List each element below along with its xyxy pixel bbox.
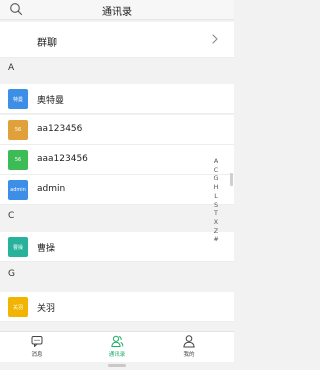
page-title: 通讯录: [102, 7, 132, 18]
index-letter-z[interactable]: Z: [214, 227, 218, 236]
home-indicator: [0, 362, 234, 370]
index-letter-h[interactable]: H: [214, 183, 219, 192]
index-letter-g[interactable]: G: [214, 174, 219, 183]
group-chat-label: 群聊: [37, 38, 57, 49]
profile-icon: [183, 335, 195, 348]
avatar: 曹操: [8, 237, 28, 257]
index-letter-s[interactable]: S: [214, 201, 218, 210]
message-icon: [31, 336, 43, 347]
contact-row[interactable]: 56 aa123456: [0, 115, 234, 145]
avatar: 56: [8, 150, 28, 170]
chevron-right-icon: [212, 34, 218, 44]
contact-row[interactable]: admin admin: [0, 175, 234, 205]
tab-label: 消息: [31, 352, 43, 358]
index-letter-hash[interactable]: #: [213, 235, 218, 244]
contact-name: 曹操: [37, 244, 56, 254]
avatar: 56: [8, 120, 28, 140]
section-letter: C: [8, 211, 15, 221]
alphabet-index[interactable]: A C G H L S T X Z #: [211, 157, 221, 244]
index-letter-t[interactable]: T: [214, 209, 218, 218]
index-letter-c[interactable]: C: [214, 166, 218, 175]
index-letter-x[interactable]: X: [214, 218, 218, 227]
avatar: 特曼: [8, 89, 28, 109]
section-header-a: A: [0, 58, 234, 80]
group-chat-entry[interactable]: 群聊: [0, 22, 234, 58]
tab-profile[interactable]: 我的: [159, 334, 219, 362]
scrollbar-thumb[interactable]: [230, 173, 233, 186]
section-letter: G: [8, 269, 15, 279]
section-header-g: G: [0, 264, 234, 286]
avatar: 关羽: [8, 297, 28, 317]
index-letter-a[interactable]: A: [214, 157, 218, 166]
contact-name: aa123456: [37, 124, 83, 134]
contact-row[interactable]: 特曼 奥特曼: [0, 84, 234, 114]
section-letter: A: [8, 63, 15, 73]
avatar: admin: [8, 180, 28, 200]
index-letter-l[interactable]: L: [214, 192, 218, 201]
contact-name: admin: [37, 184, 66, 194]
top-header: 通讯录: [0, 0, 234, 20]
contact-name: 关羽: [37, 304, 56, 314]
tab-contacts[interactable]: 通讯录: [87, 334, 147, 362]
contact-name: 奥特曼: [37, 96, 65, 106]
bottom-tab-bar: 消息 通讯录 我的: [0, 331, 234, 362]
section-header-c: C: [0, 206, 234, 228]
tab-label: 通讯录: [108, 352, 126, 358]
tab-label: 我的: [183, 352, 195, 358]
contact-row[interactable]: 关羽 关羽: [0, 292, 234, 322]
contact-name: aaa123456: [37, 154, 88, 164]
contact-row[interactable]: 曹操 曹操: [0, 232, 234, 262]
tab-messages[interactable]: 消息: [7, 334, 67, 362]
home-indicator-bar: [108, 364, 126, 367]
contact-row[interactable]: 56 aaa123456: [0, 145, 234, 175]
contacts-icon: [111, 335, 124, 347]
